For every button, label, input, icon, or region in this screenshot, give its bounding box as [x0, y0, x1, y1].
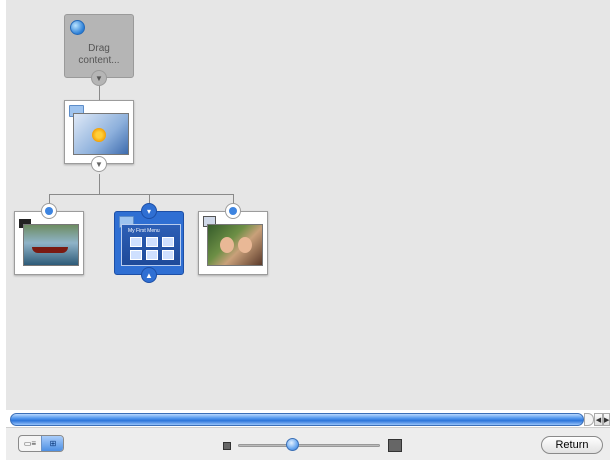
slideshow-node[interactable] — [198, 203, 268, 275]
zoom-slider-knob[interactable] — [285, 438, 299, 451]
menu-cell — [130, 250, 142, 260]
zoom-slider[interactable] — [238, 444, 380, 447]
face-image — [220, 237, 234, 253]
boat-image — [32, 247, 68, 253]
submenu-badge-icon[interactable] — [41, 203, 57, 219]
scroll-left-button[interactable]: ◀ — [594, 413, 603, 426]
return-button[interactable]: Return — [541, 436, 603, 454]
map-view-button[interactable]: ⊞ — [41, 436, 63, 451]
main-menu-node[interactable]: ▼ — [64, 100, 134, 172]
submenu-badge-icon[interactable] — [225, 203, 241, 219]
submenu-thumbnail: My First Menu — [121, 224, 181, 266]
first-node-label: Drag content... — [78, 43, 120, 66]
zoom-out-icon[interactable] — [223, 442, 231, 450]
standard-view-button[interactable]: ▭≡ — [19, 436, 41, 451]
scrollbar-track-end — [584, 413, 594, 426]
menu-cell — [146, 237, 158, 247]
submenu-header-text: My First Menu — [128, 228, 160, 234]
face-image — [238, 237, 252, 253]
collapse-arrow-icon[interactable]: ▼ — [91, 156, 107, 172]
menu-cell — [162, 237, 174, 247]
globe-icon — [70, 20, 85, 35]
menu-cell — [162, 250, 174, 260]
movie-thumbnail — [23, 224, 79, 266]
collapse-arrow-icon[interactable]: ▲ — [141, 267, 157, 283]
expand-arrow-icon[interactable]: ▼ — [91, 70, 107, 86]
view-mode-segmented-control[interactable]: ▭≡ ⊞ — [18, 435, 64, 452]
flower-image — [92, 128, 106, 142]
zoom-in-icon[interactable] — [388, 439, 402, 452]
main-menu-thumbnail — [73, 113, 129, 155]
movie-node[interactable] — [14, 203, 84, 275]
submenu-badge-icon[interactable]: ▾ — [141, 203, 157, 219]
submenu-node-selected[interactable]: ▾ My First Menu ▲ — [114, 203, 184, 283]
connector-line — [49, 194, 233, 195]
first-play-node[interactable]: Drag content... ▼ — [64, 14, 134, 86]
horizontal-scrollbar-thumb[interactable] — [10, 413, 584, 426]
scroll-right-button[interactable]: ▶ — [603, 413, 610, 426]
menu-cell — [146, 250, 158, 260]
slideshow-thumbnail — [207, 224, 263, 266]
menu-cell — [130, 237, 142, 247]
connector-line — [99, 174, 100, 194]
